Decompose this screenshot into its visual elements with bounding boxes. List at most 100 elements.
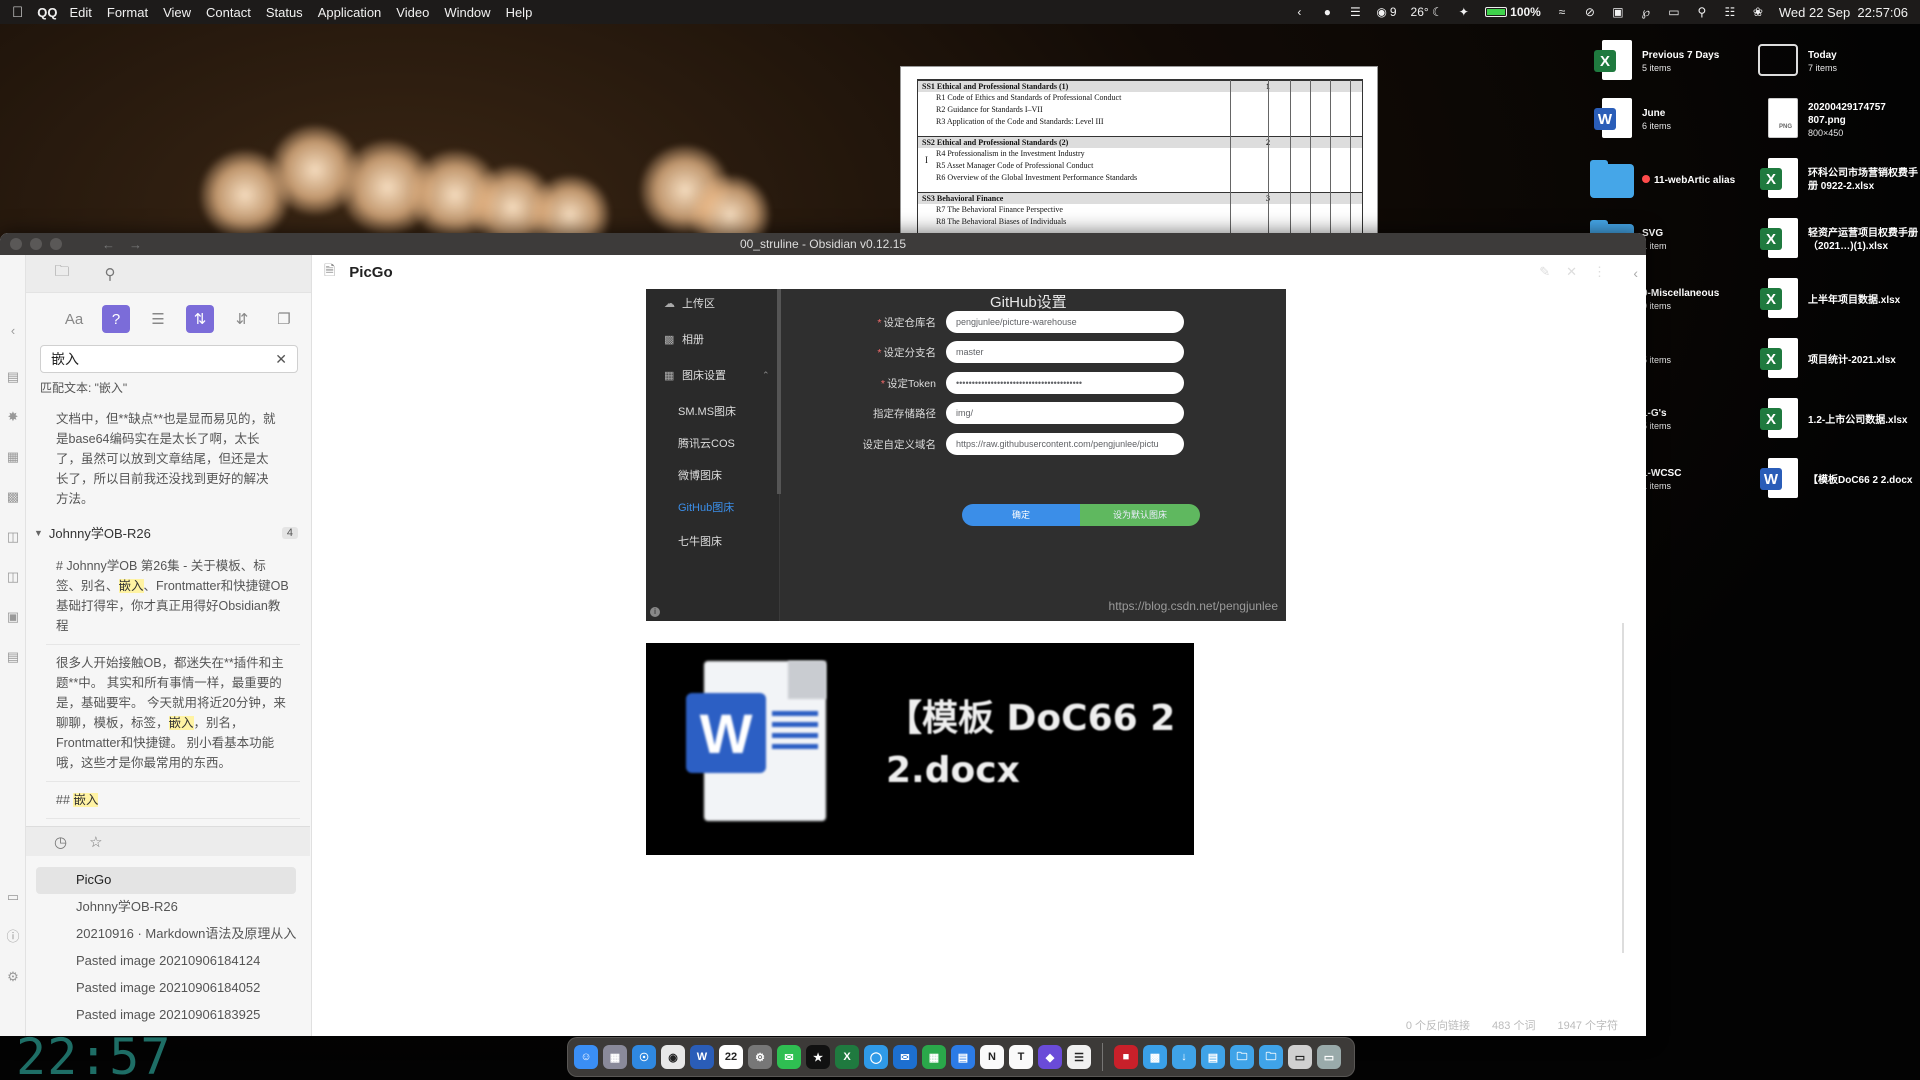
desktop-file-item[interactable]: X 1.2-上市公司数据.xlsx <box>1756 396 1920 444</box>
menu-application[interactable]: Application <box>318 5 382 20</box>
desktop-file-item[interactable]: X Previous 7 Days 5 items <box>1590 38 1750 86</box>
match-case-icon[interactable]: Aa <box>60 305 88 333</box>
dock-typora-icon[interactable]: T <box>1009 1045 1033 1069</box>
search-result-block[interactable]: # Johnny学OB 第26集 - 关于模板、标签、别名、嵌入、Frontma… <box>46 548 300 645</box>
dock-folder-icon[interactable]: 🗀 <box>1230 1045 1254 1069</box>
dock-outlook-icon[interactable]: ✉ <box>893 1045 917 1069</box>
wifi-icon[interactable]: ≈ <box>1555 5 1569 19</box>
dock-folder-icon[interactable]: 🗀 <box>1259 1045 1283 1069</box>
menu-format[interactable]: Format <box>107 5 148 20</box>
siri-icon[interactable]: ❀ <box>1751 5 1765 19</box>
dock-qq-icon[interactable]: ★ <box>806 1045 830 1069</box>
result-file-header[interactable]: ▼ Johnny学OB-R26 4 <box>34 523 310 542</box>
dock-word-icon[interactable]: W <box>690 1045 714 1069</box>
vault-icon[interactable]: ▭ <box>5 889 21 905</box>
mute-icon[interactable]: ⊘ <box>1583 5 1597 19</box>
templates-icon[interactable]: ▤ <box>5 649 21 665</box>
input-method-icon[interactable]: ▣ <box>1611 5 1625 19</box>
collapse-results-icon[interactable]: ☰ <box>144 305 172 333</box>
audio-recorder-icon[interactable]: ▣ <box>5 609 21 625</box>
close-window-button[interactable] <box>10 238 22 250</box>
notification-bell-icon[interactable]: ● <box>1320 5 1334 19</box>
open-vault-icon[interactable]: ◫ <box>5 529 21 545</box>
menu-app-name[interactable]: QQ <box>37 5 57 20</box>
recent-files-tab-icon[interactable]: ◷ <box>54 833 67 851</box>
quick-switcher-icon[interactable]: ▤ <box>5 369 21 385</box>
stack-icon[interactable]: ☰ <box>1348 5 1362 19</box>
recent-file-item[interactable]: 20210916 · Markdown语法及原理从入门到 <box>36 921 296 948</box>
desktop-file-item[interactable]: 11-webArtic alias <box>1590 156 1750 204</box>
chevron-left-icon[interactable]: ‹ <box>1292 5 1306 19</box>
dock-keynote-icon[interactable]: ▤ <box>951 1045 975 1069</box>
backlinks-count[interactable]: 0 个反向链接 <box>1406 1017 1470 1033</box>
result-snippet[interactable]: 云去啊，相当了直接将图片编码嵌入到文档中，但**缺点**也是显而易见的，就是ba… <box>26 405 310 509</box>
dock-obsidian-icon[interactable]: ◆ <box>1038 1045 1062 1069</box>
display-icon[interactable]: ▭ <box>1667 5 1681 19</box>
close-pane-icon[interactable]: ✕ <box>1566 264 1577 280</box>
edit-icon[interactable]: ✎ <box>1539 264 1550 280</box>
weather-item[interactable]: 26° ☾ <box>1411 5 1443 19</box>
settings-gear-icon[interactable]: ⚙ <box>5 969 21 985</box>
search-result-block[interactable]: ## 嵌入 <box>46 782 300 819</box>
window-titlebar[interactable]: ←→ 00_struline - Obsidian v0.12.15 <box>0 233 1646 255</box>
dock-calendar-icon[interactable]: 22 <box>719 1045 743 1069</box>
desktop-file-item[interactable]: X 轻资产运营项目权费手册（2021…)(1).xlsx <box>1756 216 1920 264</box>
recent-file-item[interactable]: Pasted image 20210906184124 <box>36 948 296 975</box>
menu-video[interactable]: Video <box>396 5 429 20</box>
dock-numbers-icon[interactable]: ▦ <box>922 1045 946 1069</box>
desktop-file-item[interactable]: Today 7 items <box>1756 38 1920 86</box>
sort-icon[interactable]: ⇵ <box>228 305 256 333</box>
collapse-right-sidebar-icon[interactable]: ‹ <box>1633 265 1638 281</box>
qq-status-icon[interactable]: ◉ 9 <box>1376 5 1396 19</box>
dock-qq-browser-icon[interactable]: ◯ <box>864 1045 888 1069</box>
dock-excel-icon[interactable]: X <box>835 1045 859 1069</box>
spotlight-search-icon[interactable]: ⚲ <box>1695 5 1709 19</box>
search-input[interactable]: 嵌入 ✕ <box>40 345 298 373</box>
graph-view-icon[interactable]: ✸ <box>5 409 21 425</box>
battery-status[interactable]: 100% <box>1484 5 1541 19</box>
menu-view[interactable]: View <box>163 5 191 20</box>
recent-file-item[interactable]: PicGo <box>36 867 296 894</box>
dock-notion-icon[interactable]: N <box>980 1045 1004 1069</box>
help-icon[interactable]: ⓘ <box>5 929 21 945</box>
desktop-file-item[interactable]: W June 6 items <box>1590 96 1750 144</box>
menubar-clock[interactable]: Wed 22 Sep 22:57:06 <box>1779 5 1908 20</box>
back-forward-icons[interactable]: ←→ <box>102 237 156 252</box>
dock-finder-icon[interactable]: ☺ <box>574 1045 598 1069</box>
search-result-block[interactable]: 很多人开始接触OB，都迷失在**插件和主题**中。 其实和所有事情一样，最重要的… <box>46 645 300 782</box>
desktop-file-item[interactable]: W 【模板DoC66 2 2.docx <box>1756 456 1920 504</box>
dock-preview-icon[interactable]: ▩ <box>1143 1045 1167 1069</box>
menu-status[interactable]: Status <box>266 5 303 20</box>
recent-file-item[interactable]: Johnny学OB-R26 <box>36 894 296 921</box>
menu-contact[interactable]: Contact <box>206 5 251 20</box>
bluetooth-icon[interactable]: ℘ <box>1639 5 1653 19</box>
note-title[interactable]: PicGo <box>349 264 392 281</box>
menu-window[interactable]: Window <box>444 5 490 20</box>
search-tab-icon[interactable]: ⚲ <box>98 262 122 286</box>
dock-acrobat-icon[interactable]: ■ <box>1114 1045 1138 1069</box>
recent-file-item[interactable]: Pasted image 20210906183925 <box>36 1002 296 1029</box>
starred-icon[interactable]: ◫ <box>5 569 21 585</box>
dock-chrome-icon[interactable]: ◉ <box>661 1045 685 1069</box>
show-more-context-icon[interactable]: ⇅ <box>186 305 214 333</box>
more-options-icon[interactable]: ⋮ <box>1593 264 1606 280</box>
editor-scrollbar[interactable] <box>1622 623 1624 953</box>
apple-menu-icon[interactable]:  <box>12 4 23 21</box>
copy-results-icon[interactable]: ❐ <box>270 305 298 333</box>
daily-note-icon[interactable]: ▦ <box>5 449 21 465</box>
file-explorer-tab-icon[interactable]: 🗀 <box>50 262 74 286</box>
dock-trash-icon[interactable]: ▭ <box>1317 1045 1341 1069</box>
desktop-file-item[interactable]: X 上半年项目数据.xlsx <box>1756 276 1920 324</box>
starred-tab-icon[interactable]: ☆ <box>89 833 102 851</box>
dock-documents-icon[interactable]: ▤ <box>1201 1045 1225 1069</box>
zoom-window-button[interactable] <box>50 238 62 250</box>
dock-safari-icon[interactable]: ☉ <box>632 1045 656 1069</box>
minimize-window-button[interactable] <box>30 238 42 250</box>
clear-search-icon[interactable]: ✕ <box>275 351 287 368</box>
explain-search-icon[interactable]: ? <box>102 305 130 333</box>
desktop-file-item[interactable]: X 环科公司市场营销权费手册 0922-2.xlsx <box>1756 156 1920 204</box>
collapse-sidebar-icon[interactable]: ‹ <box>5 323 21 339</box>
dock-screenshots-icon[interactable]: ▭ <box>1288 1045 1312 1069</box>
desktop-file-item[interactable]: PNG 20200429174757 807.png 800×450 <box>1756 96 1920 144</box>
dock-downloads-icon[interactable]: ↓ <box>1172 1045 1196 1069</box>
